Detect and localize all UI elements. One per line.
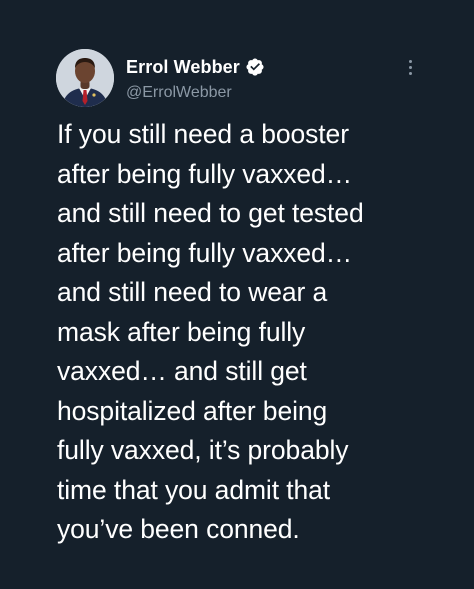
author-name-row[interactable]: Errol Webber [126,55,265,79]
author-display-name[interactable]: Errol Webber [126,56,240,78]
more-vertical-icon [408,59,412,63]
tweet-text-line: time that you admit that [57,474,331,505]
more-options-button[interactable] [401,56,419,78]
tweet-text-line: fully vaxxed, it’s probably [57,435,349,465]
avatar[interactable] [56,49,114,107]
tweet-text-line: hospitalized after being [57,395,328,426]
more-vertical-icon-dot [408,71,412,75]
tweet-text-line: after being fully vaxxed… [57,158,353,189]
profile-photo-icon [56,49,114,107]
tweet-text-line: If you still need a booster [57,119,349,149]
tweet-text-line: mask after being fully [57,316,306,347]
more-vertical-icon-dot [408,65,412,69]
verified-badge-icon [245,57,265,77]
tweet-text-line: and still need to wear a [57,277,328,307]
tweet-text-line: and still need to get tested [57,198,364,228]
tweet-text: If you still need a booster after being … [57,115,457,550]
tweet-card: Errol Webber @ErrolWebber If you still n… [0,0,474,589]
tweet-text-line: you’ve been conned. [57,514,300,544]
tweet-text-line: vaxxed… and still get [57,356,307,386]
author-handle[interactable]: @ErrolWebber [126,83,232,103]
tweet-text-line: after being fully vaxxed… [57,237,353,268]
